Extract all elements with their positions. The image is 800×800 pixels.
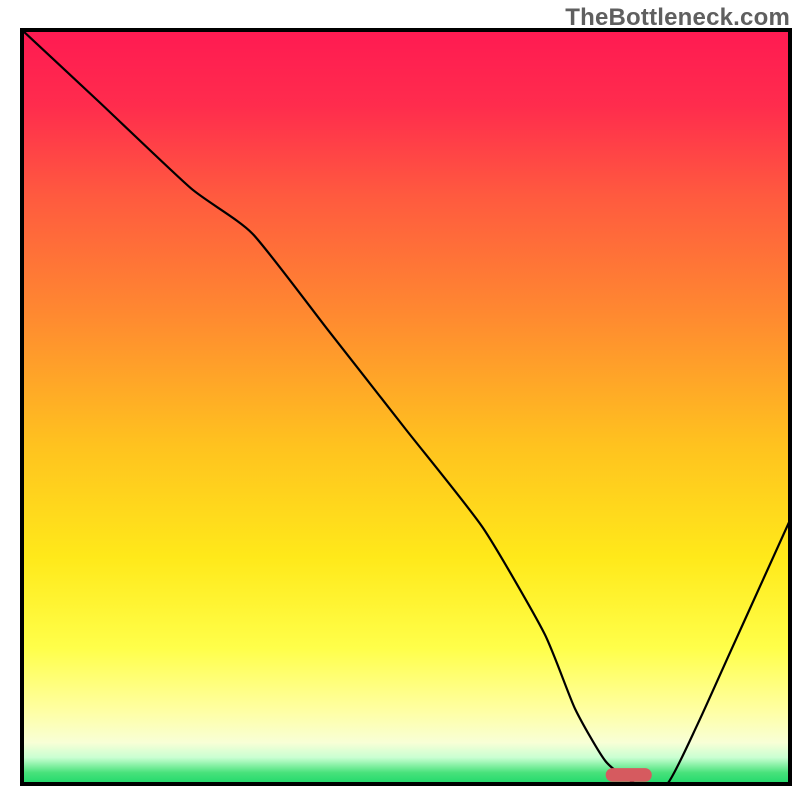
optimal-marker	[606, 768, 652, 782]
plot-area	[22, 30, 790, 787]
gradient-background	[22, 30, 790, 784]
chart-container: TheBottleneck.com	[0, 0, 800, 800]
bottleneck-chart	[0, 0, 800, 800]
